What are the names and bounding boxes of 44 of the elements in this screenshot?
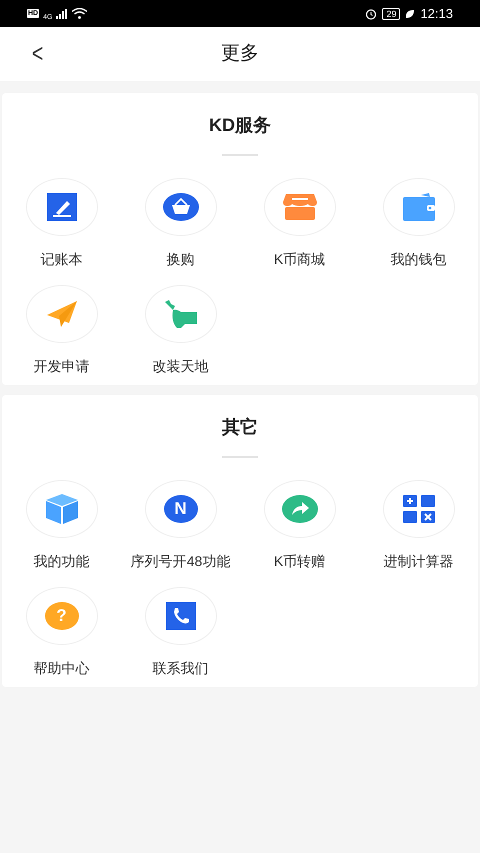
paper-plane-icon (46, 301, 76, 327)
feature-label: 记账本 (40, 250, 82, 268)
feature-label: 开发申请 (34, 357, 90, 375)
feature-item[interactable]: K币商城 (240, 178, 359, 268)
feature-item[interactable]: 换购 (121, 178, 240, 268)
feature-label: 序列号开48功能 (130, 552, 230, 570)
feature-label: K币商城 (274, 250, 326, 268)
feature-item[interactable]: 进制计算器 (359, 480, 478, 570)
phone-icon (166, 602, 196, 630)
section-title: KD服务 (208, 114, 272, 137)
feature-item[interactable]: 我的功能 (2, 480, 121, 570)
page-title: 更多 (221, 42, 259, 66)
back-button[interactable]: < (32, 39, 44, 67)
edit-icon (46, 193, 76, 221)
feature-item[interactable]: N 序列号开48功能 (121, 480, 240, 570)
wifi-icon (72, 8, 88, 19)
feature-item[interactable]: 开发申请 (2, 285, 121, 375)
feature-item[interactable]: 改装天地 (121, 285, 240, 375)
leaf-icon (405, 8, 416, 18)
feature-item[interactable]: 我的钱包 (359, 178, 478, 268)
calculator-icon (402, 495, 434, 523)
battery-indicator: 29 (382, 8, 400, 20)
feature-label: K币转赠 (274, 552, 326, 570)
feature-label: 换购 (166, 250, 194, 268)
feature-item[interactable]: 记账本 (2, 178, 121, 268)
feature-label: 改装天地 (152, 357, 208, 375)
feature-label: 帮助中心 (34, 659, 90, 677)
feature-label: 我的钱包 (390, 250, 446, 268)
store-icon (282, 194, 316, 220)
feature-item[interactable]: K币转赠 (240, 480, 359, 570)
feature-label: 联系我们 (152, 659, 208, 677)
alarm-icon (365, 8, 378, 20)
letter-icon: N (164, 495, 198, 523)
feature-label: 我的功能 (34, 552, 90, 570)
feature-item[interactable]: ? 帮助中心 (2, 587, 121, 677)
wallet-icon (402, 193, 434, 221)
section-title: 其它 (221, 416, 259, 439)
clock-time: 12:13 (420, 4, 453, 23)
help-icon: ? (44, 602, 78, 630)
feature-label: 进制计算器 (384, 552, 454, 570)
cube-icon (46, 494, 78, 524)
signal-icon (56, 8, 68, 18)
feature-item[interactable]: 联系我们 (121, 587, 240, 677)
basket-icon (162, 193, 198, 221)
